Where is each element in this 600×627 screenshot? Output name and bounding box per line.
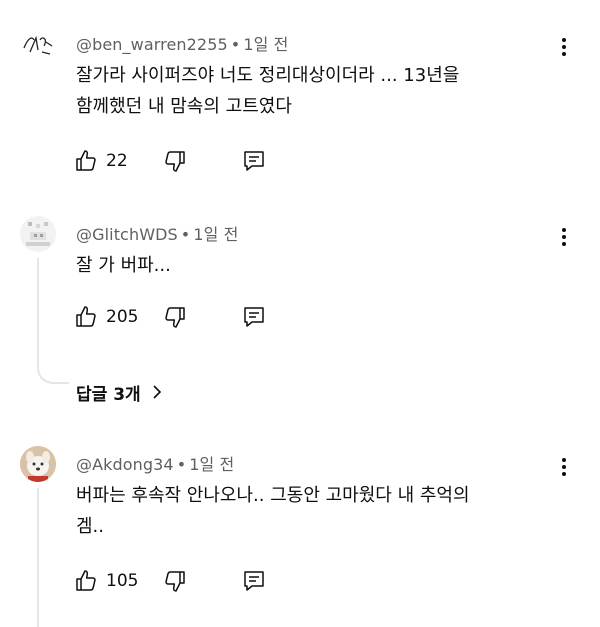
thread-line — [37, 488, 39, 627]
comment-time[interactable]: 1일 전 — [243, 35, 288, 54]
reply-button[interactable] — [242, 304, 266, 330]
reply-comment-icon — [244, 307, 264, 327]
comment-text-line: 잘가라 사이퍼즈야 너도 정리대상이더라 ... 13년을 — [76, 65, 460, 86]
comment-meta: @Akdong34 • 1일 전 — [76, 451, 234, 475]
thumbs-down-icon — [165, 571, 185, 592]
comment-actions: 105 — [74, 568, 294, 594]
reply-button[interactable] — [242, 568, 266, 594]
thumbs-down-icon — [165, 151, 185, 172]
reply-comment-icon — [244, 151, 264, 171]
dislike-button[interactable] — [163, 304, 187, 330]
comment-text-line: 잘 가 버파... — [76, 255, 171, 276]
thumbs-down-icon — [165, 307, 185, 328]
comment-text-line: 함께했던 내 맘속의 고트였다 — [76, 96, 292, 117]
comment-text-line: 겜.. — [76, 516, 105, 537]
comment-text: 잘가라 사이퍼즈야 너도 정리대상이더라 ... 13년을 함께했던 내 맘속의… — [76, 60, 536, 122]
comment-actions: 205 — [74, 304, 294, 330]
comment-meta: @GlitchWDS • 1일 전 — [76, 221, 238, 245]
meta-separator: • — [176, 455, 187, 474]
reply-comment-icon — [244, 571, 264, 591]
comment-text: 버파는 후속작 안나오나.. 그동안 고마웠다 내 추억의 겜.. — [76, 480, 536, 542]
thumbs-up-icon — [76, 570, 96, 591]
thumbs-up-icon — [76, 306, 96, 327]
author-name[interactable]: @ben_warren2255 — [76, 35, 228, 54]
like-count: 105 — [106, 571, 139, 591]
like-button[interactable]: 105 — [74, 568, 138, 594]
meta-separator: • — [230, 35, 241, 54]
more-vertical-icon[interactable] — [552, 35, 576, 59]
comment-time[interactable]: 1일 전 — [193, 225, 238, 244]
author-name[interactable]: @GlitchWDS — [76, 225, 178, 244]
avatar[interactable] — [20, 446, 56, 482]
comment-meta: @ben_warren2255 • 1일 전 — [76, 31, 288, 55]
dislike-button[interactable] — [163, 148, 187, 174]
avatar[interactable] — [20, 216, 56, 252]
like-button[interactable]: 22 — [74, 148, 128, 174]
replies-label: 답글 3개 — [76, 384, 141, 405]
comment-actions: 22 — [74, 148, 294, 174]
comment-text: 잘 가 버파... — [76, 250, 536, 281]
more-vertical-icon[interactable] — [552, 225, 576, 249]
reply-button[interactable] — [242, 148, 266, 174]
like-count: 22 — [106, 151, 128, 171]
meta-separator: • — [180, 225, 191, 244]
comment-time[interactable]: 1일 전 — [189, 455, 234, 474]
chevron-right-icon — [153, 385, 161, 399]
view-replies-button[interactable]: 답글 3개 — [76, 378, 165, 406]
like-count: 205 — [106, 307, 139, 327]
thread-line — [37, 258, 39, 364]
like-button[interactable]: 205 — [74, 304, 138, 330]
author-name[interactable]: @Akdong34 — [76, 455, 174, 474]
comment-text-line: 버파는 후속작 안나오나.. 그동안 고마웠다 내 추억의 — [76, 485, 470, 506]
dislike-button[interactable] — [163, 568, 187, 594]
avatar[interactable] — [20, 26, 56, 62]
thumbs-up-icon — [76, 150, 96, 171]
thread-connector — [37, 364, 69, 384]
more-vertical-icon[interactable] — [552, 455, 576, 479]
